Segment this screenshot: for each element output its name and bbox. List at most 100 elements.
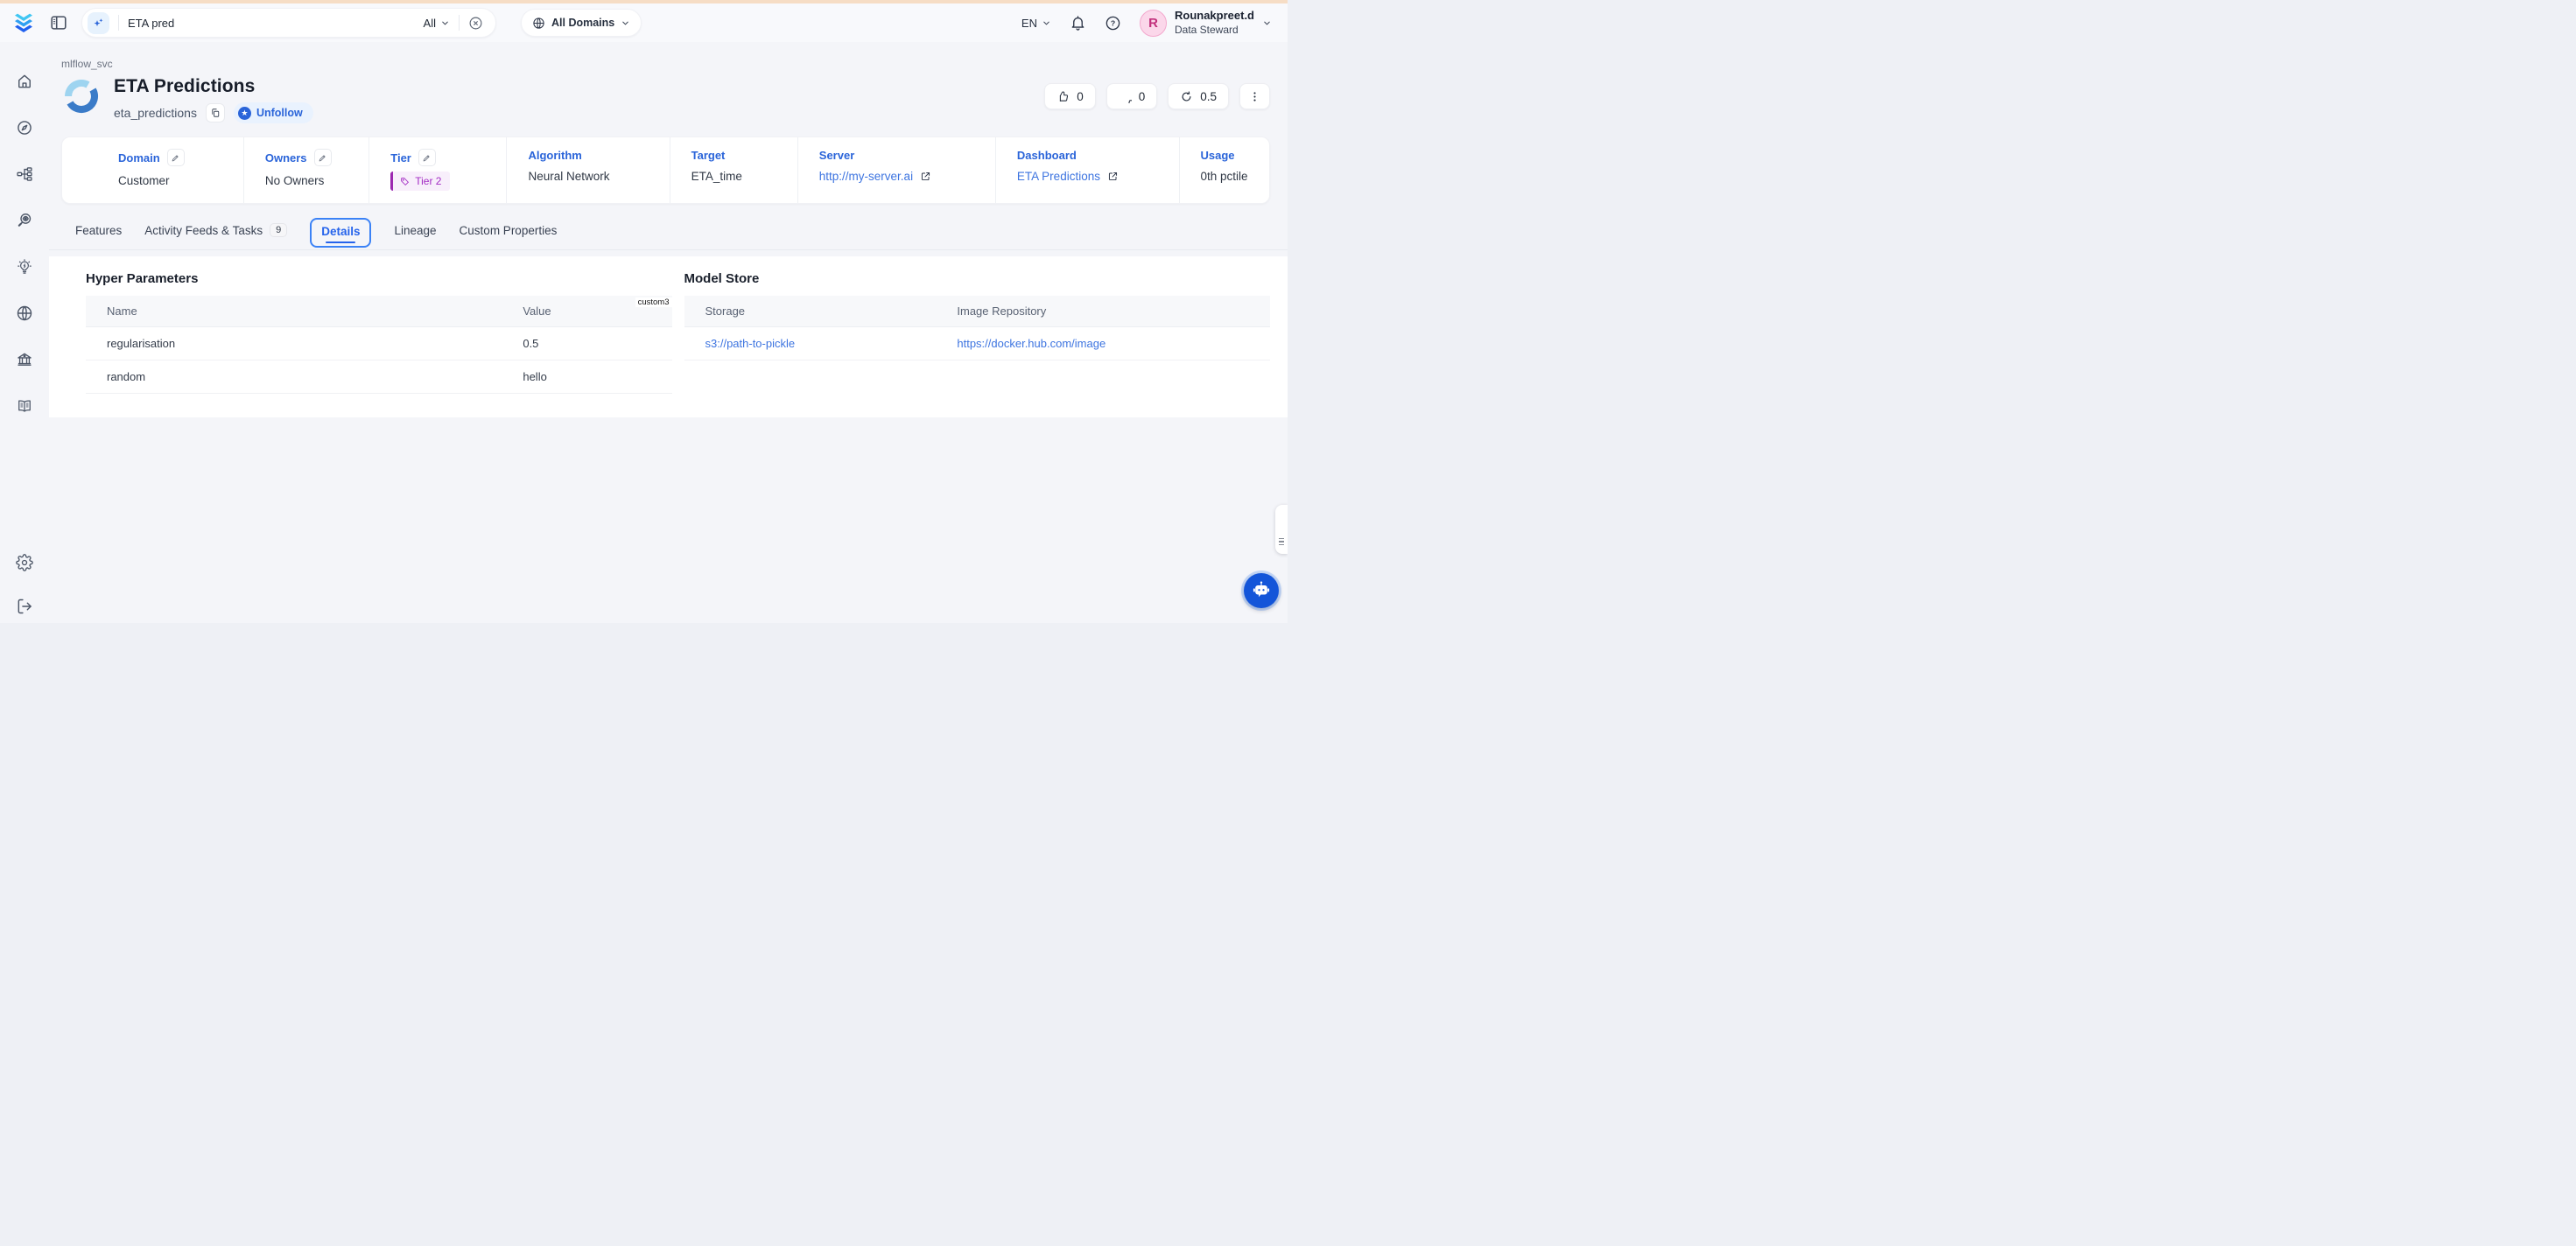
server-link[interactable]: http://my-server.ai	[819, 170, 988, 183]
sidebar-settings-icon[interactable]	[16, 554, 33, 571]
sidebar-lineage-icon[interactable]	[16, 165, 33, 183]
table-row: random hello	[86, 360, 672, 394]
chevron-down-icon	[1262, 18, 1272, 28]
version-number: 0.5	[1200, 90, 1217, 103]
meta-dashboard: Dashboard ETA Predictions	[995, 137, 1179, 203]
dashboard-link[interactable]: ETA Predictions	[1017, 170, 1172, 183]
param-value: 0.5	[502, 327, 671, 360]
tier-label: Tier	[390, 151, 411, 164]
unfollow-button[interactable]: ★ Unfollow	[234, 102, 313, 123]
server-label: Server	[819, 149, 854, 162]
meta-target: Target ETA_time	[670, 137, 797, 203]
mlflow-model-logo	[61, 76, 102, 116]
tab-lineage[interactable]: Lineage	[394, 224, 436, 249]
sidebar-explore-icon[interactable]	[16, 119, 33, 136]
version-button[interactable]: 0.5	[1168, 83, 1229, 109]
tag-icon	[400, 177, 410, 186]
external-link-icon	[920, 171, 931, 182]
breadcrumb[interactable]: mlflow_svc	[49, 42, 1288, 70]
sidebar-glossary-icon[interactable]	[16, 397, 33, 415]
page-title: ETA Predictions	[114, 76, 313, 97]
sidebar-govern-icon[interactable]	[16, 351, 33, 368]
tab-activity-feeds[interactable]: Activity Feeds & Tasks 9	[144, 223, 287, 249]
app-logo-icon[interactable]	[12, 11, 35, 34]
sidebar-logout-icon[interactable]	[16, 598, 33, 615]
star-icon: ★	[238, 107, 251, 120]
chevron-down-icon	[1042, 18, 1051, 28]
table-row: s3://path-to-pickle https://docker.hub.c…	[684, 327, 1271, 360]
copy-icon[interactable]	[206, 103, 225, 122]
tab-details[interactable]: Details	[310, 218, 371, 248]
sidebar-observability-icon[interactable]	[16, 212, 33, 229]
left-sidebar	[0, 42, 49, 623]
tab-custom-properties[interactable]: Custom Properties	[460, 224, 558, 249]
tier-badge[interactable]: Tier 2	[390, 172, 450, 191]
param-value: hello	[502, 360, 671, 394]
hyper-parameters-table: Name Value regularisation 0.5 random	[86, 296, 672, 394]
external-link-icon	[1107, 171, 1119, 182]
sidebar-insights-icon[interactable]	[16, 258, 33, 276]
more-actions-button[interactable]	[1239, 83, 1270, 109]
usage-value: 0th pctile	[1201, 170, 1262, 183]
column-header-name: Name	[86, 296, 502, 327]
upvote-count: 0	[1077, 90, 1084, 103]
notifications-bell-icon[interactable]	[1070, 15, 1086, 32]
meta-usage: Usage 0th pctile	[1179, 137, 1269, 203]
user-name: Rounakpreet.d	[1175, 9, 1254, 23]
details-panel: Hyper Parameters Name Value regularisati…	[49, 256, 1288, 417]
global-search-bar[interactable]: All	[81, 8, 496, 38]
target-label: Target	[691, 149, 726, 162]
dashboard-label: Dashboard	[1017, 149, 1077, 162]
help-icon[interactable]	[1105, 15, 1121, 32]
entity-tabs: Features Activity Feeds & Tasks 9 Detail…	[49, 218, 1288, 250]
meta-server: Server http://my-server.ai	[797, 137, 995, 203]
hyper-parameters-title: Hyper Parameters	[86, 271, 672, 286]
tab-features[interactable]: Features	[75, 224, 122, 249]
search-scope-label: All	[424, 17, 436, 30]
custom3-overlay-label: custom3	[635, 298, 672, 307]
entity-metadata-card: Domain Customer Owners No Owners Tier Ti…	[61, 136, 1270, 204]
meta-domain: Domain Customer	[62, 137, 243, 203]
ai-sparkle-icon[interactable]	[88, 12, 109, 34]
language-label: EN	[1021, 17, 1037, 30]
domain-label: Domain	[118, 151, 160, 164]
storage-link[interactable]: s3://path-to-pickle	[684, 327, 937, 360]
divider	[459, 15, 460, 31]
owners-label: Owners	[265, 151, 307, 164]
image-repository-link[interactable]: https://docker.hub.com/image	[936, 327, 1270, 360]
sidebar-toggle-icon[interactable]	[49, 13, 68, 32]
sidebar-home-icon[interactable]	[16, 73, 33, 90]
language-selector[interactable]: EN	[1021, 17, 1051, 30]
user-menu[interactable]: R Rounakpreet.d Data Steward	[1140, 9, 1272, 36]
sidebar-domains-icon[interactable]	[16, 304, 33, 322]
domain-value: Customer	[118, 174, 236, 187]
owners-value: No Owners	[265, 174, 361, 187]
kebab-menu-icon	[1248, 90, 1261, 103]
meta-tier: Tier Tier 2	[369, 137, 506, 203]
edit-owners-icon[interactable]	[314, 149, 332, 166]
edit-domain-icon[interactable]	[167, 149, 185, 166]
thumbs-down-icon	[1119, 90, 1132, 103]
meta-algorithm: Algorithm Neural Network	[506, 137, 669, 203]
user-role: Data Steward	[1175, 24, 1254, 37]
robot-icon	[1250, 579, 1273, 602]
model-store-title: Model Store	[684, 271, 1271, 286]
avatar[interactable]: R	[1140, 10, 1167, 37]
upvote-button[interactable]: 0	[1044, 83, 1096, 109]
main-content: mlflow_svc ETA Predictions eta_predictio…	[49, 42, 1288, 623]
domains-filter-dropdown[interactable]: All Domains	[521, 9, 642, 37]
column-header-storage: Storage	[684, 296, 937, 327]
side-panel-handle[interactable]	[1275, 505, 1288, 554]
assistant-button[interactable]	[1244, 573, 1279, 608]
drag-handle-icon	[1279, 538, 1284, 540]
meta-owners: Owners No Owners	[243, 137, 369, 203]
search-scope-dropdown[interactable]: All	[424, 17, 450, 30]
search-input[interactable]	[128, 17, 424, 30]
edit-tier-icon[interactable]	[418, 149, 436, 166]
clear-search-icon[interactable]	[468, 16, 483, 31]
divider	[118, 15, 119, 31]
downvote-button[interactable]: 0	[1106, 83, 1158, 109]
top-header: All All Domains EN R Rounakpreet.d Data	[0, 4, 1288, 42]
param-name: random	[86, 360, 502, 394]
chevron-down-icon	[621, 18, 630, 28]
